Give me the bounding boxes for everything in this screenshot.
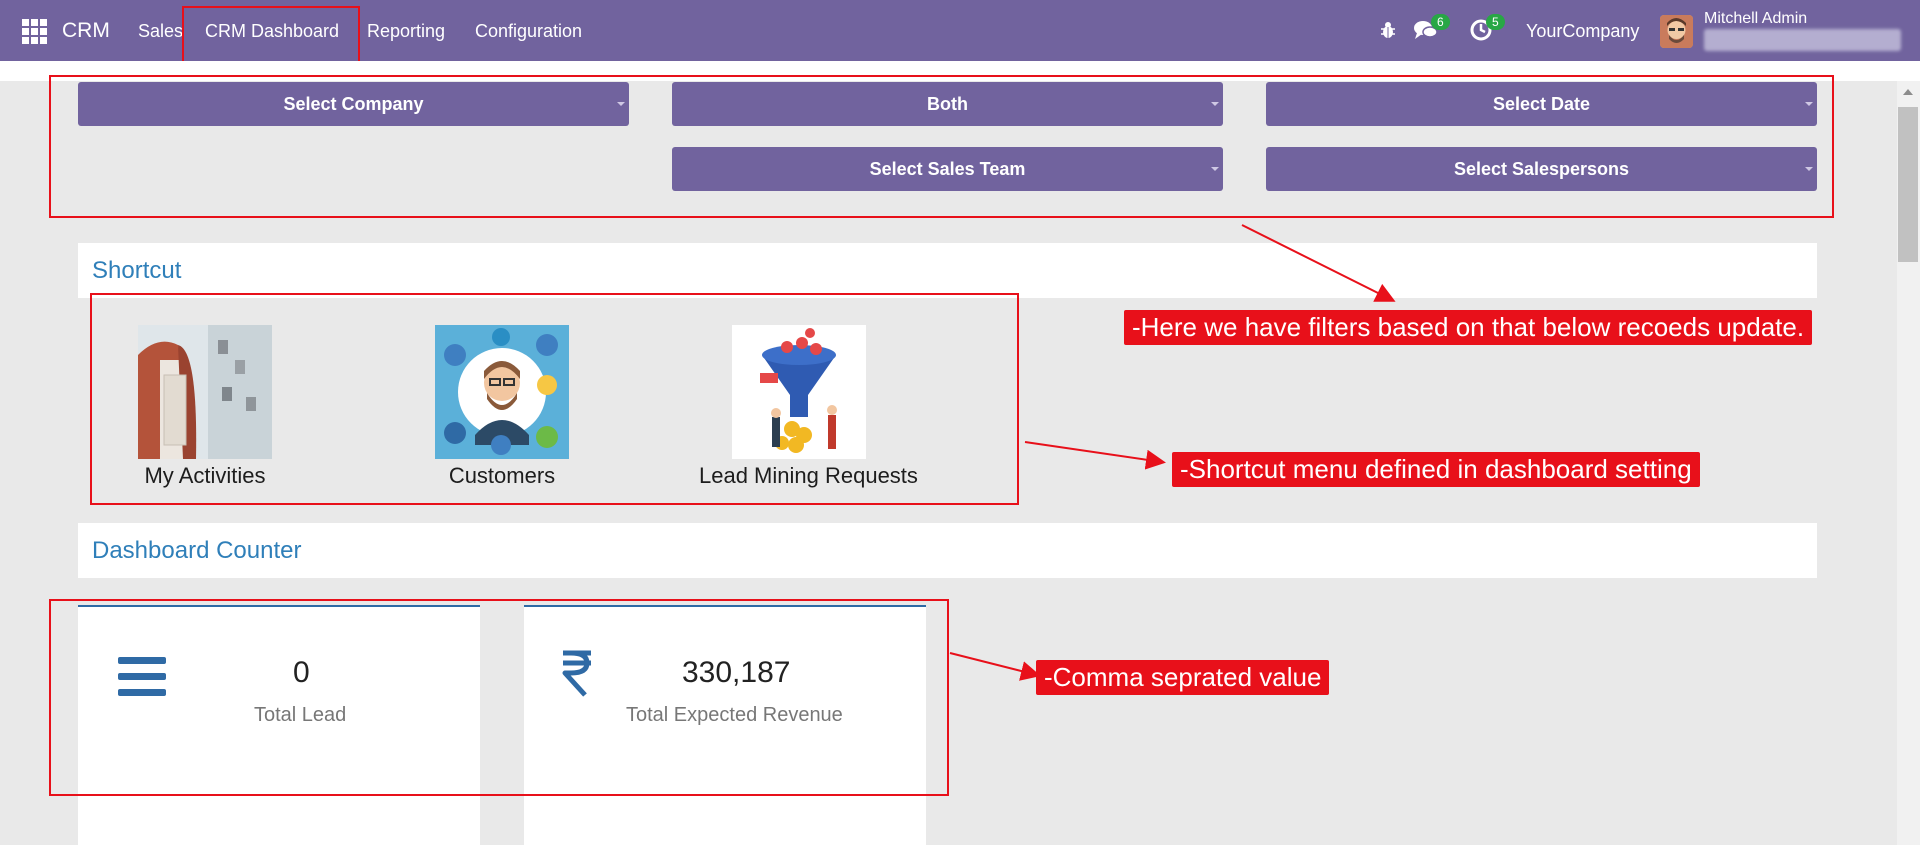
activities-badge: 5 <box>1486 14 1505 30</box>
user-name[interactable]: Mitchell Admin <box>1704 10 1807 28</box>
highlight-shortcuts <box>90 293 1019 505</box>
menu-configuration[interactable]: Configuration <box>475 21 582 42</box>
dashboard-counter-header: Dashboard Counter <box>78 523 1817 578</box>
app-brand[interactable]: CRM <box>62 19 110 43</box>
menu-sales[interactable]: Sales <box>138 21 183 42</box>
company-switcher[interactable]: YourCompany <box>1526 21 1639 42</box>
scrollbar-thumb[interactable] <box>1898 107 1918 262</box>
highlight-filters <box>49 75 1834 218</box>
highlight-counters <box>49 599 949 796</box>
filters-annotation: -Here we have filters based on that belo… <box>1124 310 1813 345</box>
scroll-up-arrow-icon[interactable] <box>1903 89 1913 95</box>
counter-annotation: -Comma seprated value <box>1036 660 1330 695</box>
menu-reporting[interactable]: Reporting <box>367 21 445 42</box>
debug-bug-icon[interactable] <box>1378 20 1398 44</box>
shortcut-title: Shortcut <box>92 257 182 284</box>
highlight-crm-dashboard <box>182 6 360 65</box>
apps-grid-icon[interactable] <box>22 19 47 44</box>
user-avatar[interactable] <box>1660 15 1693 48</box>
dashboard-counter-title: Dashboard Counter <box>92 537 302 564</box>
redacted-user-info <box>1704 29 1901 51</box>
messages-badge: 6 <box>1431 14 1450 30</box>
shortcut-annotation: -Shortcut menu defined in dashboard sett… <box>1172 452 1700 487</box>
shortcut-section-header: Shortcut <box>78 243 1817 298</box>
